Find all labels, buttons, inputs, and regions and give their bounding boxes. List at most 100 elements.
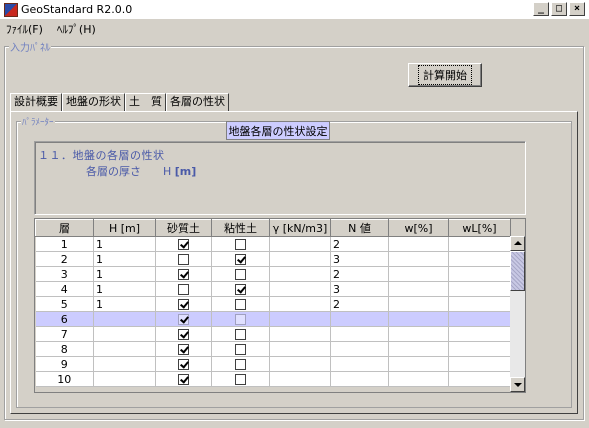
cell-wl[interactable] [448, 251, 511, 267]
scroll-thumb[interactable] [510, 251, 525, 291]
cell-clay[interactable] [211, 281, 270, 297]
column-header-h[interactable]: H [m] [93, 219, 156, 237]
table-row[interactable]: 9 [35, 356, 511, 372]
cell-n-value[interactable] [330, 356, 389, 372]
cell-n-value[interactable] [330, 371, 389, 387]
cell-wl[interactable] [448, 371, 511, 387]
checkbox-icon[interactable] [235, 314, 246, 325]
column-header-sand[interactable]: 砂質土 [155, 219, 212, 237]
checkbox-icon[interactable] [178, 359, 189, 370]
checkbox-icon[interactable] [235, 269, 246, 280]
cell-sand[interactable] [155, 236, 212, 252]
cell-w[interactable] [388, 311, 449, 327]
cell-w[interactable] [388, 341, 449, 357]
column-header-n-value[interactable]: N 値 [330, 219, 389, 237]
cell-w[interactable] [388, 266, 449, 282]
cell-n-value[interactable]: 2 [330, 236, 389, 252]
cell-gamma[interactable] [269, 311, 331, 327]
column-header-layer[interactable]: 層 [35, 219, 94, 237]
cell-clay[interactable] [211, 341, 270, 357]
table-row[interactable]: 11 2 [35, 236, 511, 252]
menu-help[interactable]: ﾍﾙﾌﾟ(H) [57, 21, 96, 37]
checkbox-icon[interactable] [178, 329, 189, 340]
cell-clay[interactable] [211, 251, 270, 267]
cell-layer[interactable]: 8 [35, 341, 94, 357]
tab-layer-properties[interactable]: 各層の性状 [166, 93, 229, 111]
column-header-wl[interactable]: wL[%] [448, 219, 511, 237]
checkbox-icon[interactable] [178, 374, 189, 385]
cell-gamma[interactable] [269, 251, 331, 267]
checkbox-icon[interactable] [235, 374, 246, 385]
cell-h[interactable] [93, 341, 156, 357]
column-header-w[interactable]: w[%] [388, 219, 449, 237]
cell-sand[interactable] [155, 281, 212, 297]
table-row[interactable]: 31 2 [35, 266, 511, 282]
cell-wl[interactable] [448, 281, 511, 297]
cell-wl[interactable] [448, 236, 511, 252]
cell-layer[interactable]: 7 [35, 326, 94, 342]
cell-layer[interactable]: 3 [35, 266, 94, 282]
cell-sand[interactable] [155, 371, 212, 387]
cell-sand[interactable] [155, 296, 212, 312]
cell-w[interactable] [388, 296, 449, 312]
tab-design-overview[interactable]: 設計概要 [10, 93, 62, 111]
cell-wl[interactable] [448, 296, 511, 312]
cell-sand[interactable] [155, 326, 212, 342]
cell-gamma[interactable] [269, 281, 331, 297]
cell-clay[interactable] [211, 266, 270, 282]
checkbox-icon[interactable] [178, 299, 189, 310]
checkbox-icon[interactable] [235, 359, 246, 370]
cell-h[interactable]: 1 [93, 266, 156, 282]
checkbox-icon[interactable] [178, 254, 189, 265]
cell-gamma[interactable] [269, 371, 331, 387]
cell-clay[interactable] [211, 356, 270, 372]
cell-clay[interactable] [211, 326, 270, 342]
checkbox-icon[interactable] [235, 329, 246, 340]
cell-sand[interactable] [155, 266, 212, 282]
column-header-gamma[interactable]: γ [kN/m3] [269, 219, 331, 237]
cell-sand[interactable] [155, 251, 212, 267]
table-row[interactable]: 6 [35, 311, 511, 327]
cell-layer[interactable]: 4 [35, 281, 94, 297]
cell-wl[interactable] [448, 266, 511, 282]
cell-clay[interactable] [211, 296, 270, 312]
cell-layer[interactable]: 1 [35, 236, 94, 252]
cell-layer[interactable]: 6 [35, 311, 94, 327]
cell-n-value[interactable] [330, 326, 389, 342]
column-header-clay[interactable]: 粘性土 [211, 219, 270, 237]
checkbox-icon[interactable] [178, 239, 189, 250]
cell-n-value[interactable]: 3 [330, 281, 389, 297]
cell-w[interactable] [388, 236, 449, 252]
cell-h[interactable]: 1 [93, 281, 156, 297]
table-row[interactable]: 10 [35, 371, 511, 387]
close-button[interactable]: × [569, 2, 585, 16]
cell-n-value[interactable] [330, 311, 389, 327]
cell-layer[interactable]: 10 [35, 371, 94, 387]
cell-gamma[interactable] [269, 341, 331, 357]
cell-h[interactable]: 1 [93, 236, 156, 252]
cell-h[interactable] [93, 371, 156, 387]
cell-h[interactable] [93, 356, 156, 372]
cell-w[interactable] [388, 281, 449, 297]
cell-clay[interactable] [211, 236, 270, 252]
table-row[interactable]: 41 3 [35, 281, 511, 297]
title-bar[interactable]: GeoStandard R2.0.0 _ □ × [0, 0, 589, 19]
tab-soil[interactable]: 土 質 [125, 93, 166, 111]
checkbox-icon[interactable] [235, 239, 246, 250]
cell-h[interactable] [93, 326, 156, 342]
table-row[interactable]: 51 2 [35, 296, 511, 312]
cell-wl[interactable] [448, 326, 511, 342]
cell-w[interactable] [388, 251, 449, 267]
cell-n-value[interactable]: 2 [330, 296, 389, 312]
cell-h[interactable]: 1 [93, 251, 156, 267]
cell-sand[interactable] [155, 341, 212, 357]
cell-sand[interactable] [155, 356, 212, 372]
cell-n-value[interactable] [330, 341, 389, 357]
cell-layer[interactable]: 9 [35, 356, 94, 372]
cell-gamma[interactable] [269, 356, 331, 372]
checkbox-icon[interactable] [235, 344, 246, 355]
minimize-button[interactable]: _ [533, 2, 549, 16]
checkbox-icon[interactable] [178, 269, 189, 280]
cell-w[interactable] [388, 326, 449, 342]
scroll-down-icon[interactable] [510, 377, 525, 392]
